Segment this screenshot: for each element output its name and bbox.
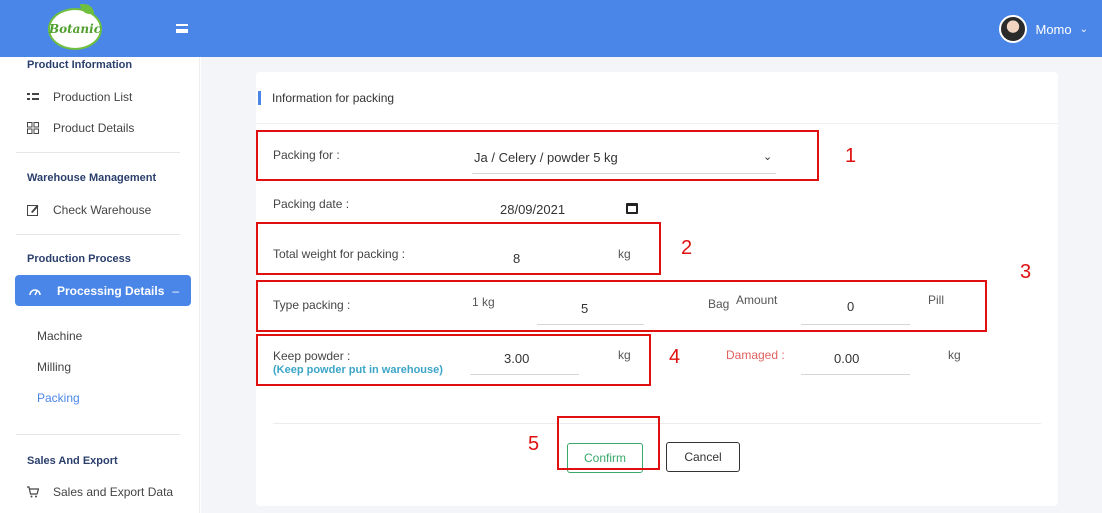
- section-heading-sales-and-export: Sales And Export: [27, 455, 118, 467]
- section-heading-warehouse-management: Warehouse Management: [27, 172, 157, 184]
- annotation-box-2: [256, 222, 661, 275]
- header-accent: [258, 91, 261, 105]
- leaf-icon: [80, 4, 94, 14]
- logo-text: Botanic: [48, 22, 102, 36]
- packing-date-input[interactable]: 28/09/2021: [500, 202, 565, 217]
- collapse-indicator: –: [172, 283, 179, 298]
- section-heading-production-process: Production Process: [27, 253, 131, 265]
- user-name: Momo: [1035, 21, 1072, 37]
- sidebar-item-sales-export-data[interactable]: Sales and Export Data: [27, 485, 173, 499]
- sidebar: Product Information Production List Prod…: [0, 57, 200, 513]
- cart-icon: [27, 486, 39, 498]
- sidebar-subitem-milling[interactable]: Milling: [37, 360, 71, 374]
- packing-date-label: Packing date :: [273, 197, 350, 211]
- list-icon: [27, 93, 39, 100]
- calendar-icon[interactable]: [626, 203, 638, 214]
- sidebar-item-label: Sales and Export Data: [53, 485, 174, 499]
- input-underline: [801, 374, 910, 375]
- avatar: [999, 15, 1028, 43]
- annotation-number-2: 2: [681, 237, 693, 259]
- user-menu[interactable]: Momo ⌄: [999, 15, 1088, 43]
- sidebar-subitem-machine[interactable]: Machine: [37, 329, 82, 343]
- cancel-button[interactable]: Cancel: [666, 442, 740, 472]
- annotation-number-1: 1: [845, 145, 857, 167]
- annotation-number-5: 5: [528, 433, 540, 455]
- divider: [16, 434, 180, 435]
- divider: [16, 234, 180, 235]
- annotation-number-4: 4: [669, 346, 681, 368]
- grid-icon: [27, 122, 39, 134]
- damaged-label: Damaged :: [726, 348, 785, 362]
- sidebar-item-check-warehouse[interactable]: Check Warehouse: [27, 203, 151, 217]
- annotation-number-3: 3: [1020, 261, 1032, 283]
- sidebar-item-label: Production List: [53, 90, 133, 104]
- annotation-box-5: [557, 416, 660, 470]
- annotation-box-3: [256, 280, 987, 332]
- annotation-box-1: [256, 130, 819, 181]
- top-bar: Botanic Momo ⌄: [0, 0, 1102, 57]
- divider: [16, 152, 180, 153]
- menu-toggle-icon[interactable]: [176, 24, 188, 33]
- edit-icon: [27, 205, 39, 216]
- dashboard-icon: [29, 288, 41, 295]
- card-header: Information for packing: [256, 72, 1058, 124]
- sidebar-item-label: Processing Details: [57, 283, 165, 298]
- form-title: Information for packing: [272, 91, 395, 105]
- chevron-down-icon: ⌄: [1079, 23, 1088, 35]
- sidebar-item-production-list[interactable]: Production List: [27, 90, 132, 104]
- sidebar-item-product-details[interactable]: Product Details: [27, 121, 134, 135]
- sidebar-item-label: Check Warehouse: [53, 203, 152, 217]
- sidebar-item-processing-details[interactable]: Processing Details –: [15, 275, 191, 306]
- damaged-unit: kg: [948, 348, 961, 362]
- annotation-box-4: [256, 334, 651, 386]
- sidebar-item-label: Product Details: [53, 121, 135, 135]
- section-heading-product-information: Product Information: [27, 59, 133, 71]
- damaged-input[interactable]: 0.00: [834, 351, 859, 366]
- sidebar-subitem-packing[interactable]: Packing: [37, 391, 80, 405]
- app-logo[interactable]: Botanic: [48, 4, 102, 50]
